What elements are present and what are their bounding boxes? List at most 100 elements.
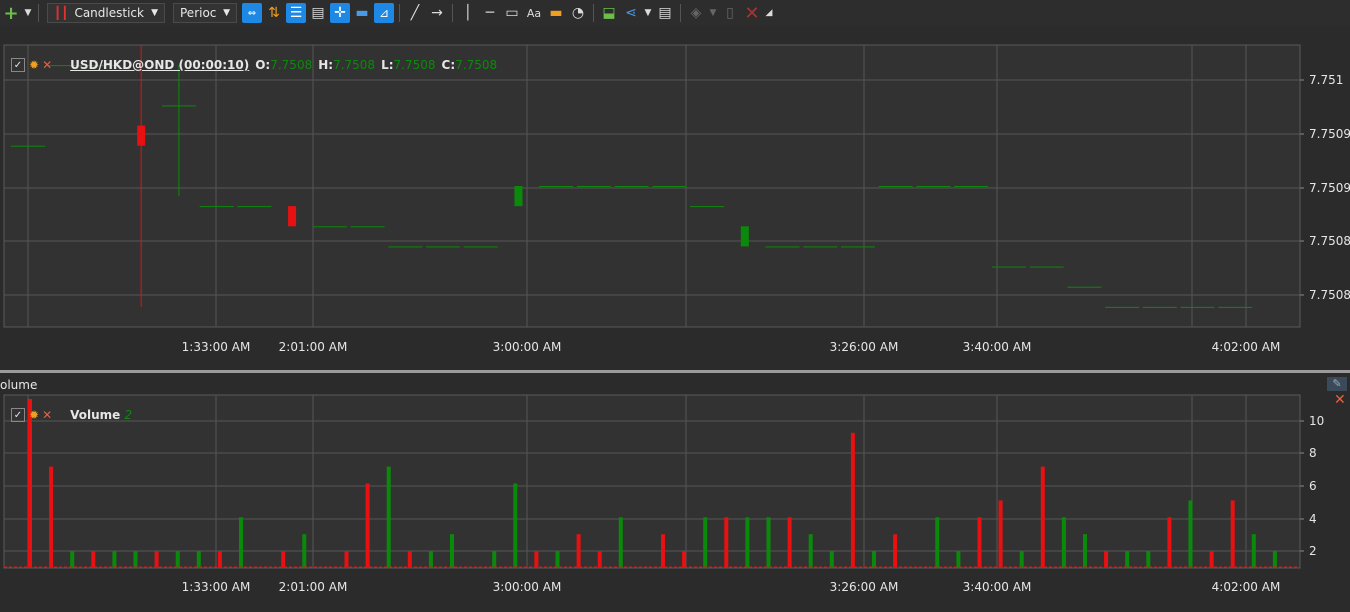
volume-bar xyxy=(893,534,898,568)
volume-bar xyxy=(977,517,982,568)
line-style-icon[interactable]: ⇔ xyxy=(242,3,262,23)
candle-body xyxy=(1029,266,1064,268)
price-legend: ✓ ✹ ✕ USD/HKD@OND (00:00:10) O: 7.7508 H… xyxy=(11,58,497,72)
volume-bar xyxy=(1146,551,1151,568)
file-icon[interactable]: ▯ xyxy=(720,3,740,23)
volume-bar xyxy=(1209,551,1214,568)
horizontal-line-icon[interactable]: ─ xyxy=(480,3,500,23)
checkbox-icon[interactable]: ✓ xyxy=(11,58,25,72)
period-dropdown[interactable]: Perioc ▼ xyxy=(173,3,237,23)
chart-area[interactable]: 7.751 7.7509 7.7509 7.7508 7.7508 10 8 6 4 2 1:3… xyxy=(0,26,1350,612)
volume-bar xyxy=(112,551,117,568)
document-icon[interactable]: ▤ xyxy=(308,3,328,23)
price-y-tick-label: 7.7509 xyxy=(1309,127,1350,141)
volume-bar xyxy=(872,551,876,568)
checkbox-icon[interactable]: ✓ xyxy=(11,408,25,422)
volume-bar xyxy=(1040,466,1045,568)
volume-legend: ✓ ✹ ✕ Volume 2 xyxy=(11,408,132,422)
volume-bar xyxy=(787,517,792,568)
candle-body xyxy=(576,186,611,187)
pane-splitter[interactable] xyxy=(0,370,1350,373)
highlighter-icon[interactable]: ▬ xyxy=(546,3,566,23)
resize-corner-icon[interactable]: ◢ xyxy=(764,3,774,23)
volume-bar xyxy=(28,399,32,568)
share-icon[interactable]: ⋖ xyxy=(621,3,641,23)
candle-body xyxy=(388,246,423,248)
line-tool-icon[interactable]: ╱ xyxy=(405,3,425,23)
candle-body xyxy=(426,246,460,248)
volume-bar xyxy=(534,551,539,568)
volume-bar xyxy=(196,551,201,568)
chevron-down-icon[interactable]: ▼ xyxy=(643,3,653,23)
pin-icon[interactable]: ✎ xyxy=(1327,377,1347,391)
volume-bar xyxy=(49,466,54,568)
candle-body xyxy=(463,246,498,248)
volume-bar xyxy=(703,517,708,568)
symbol-label[interactable]: USD/HKD@OND (00:00:10) xyxy=(70,58,249,72)
crosshair-icon[interactable]: ✛ xyxy=(330,3,350,23)
chevron-down-icon[interactable]: ▼ xyxy=(708,3,718,23)
rectangle-icon[interactable]: ▭ xyxy=(502,3,522,23)
volume-bar xyxy=(344,551,349,568)
list-icon[interactable]: ☰ xyxy=(286,3,306,23)
volume-bar xyxy=(724,517,729,568)
close-label: C: xyxy=(441,58,456,72)
volume-y-tick-label: 10 xyxy=(1309,414,1324,428)
candle-body xyxy=(539,186,574,187)
volume-bar xyxy=(935,517,940,568)
notes-icon[interactable]: ▤ xyxy=(655,3,675,23)
candle-body xyxy=(161,105,196,107)
sort-icon[interactable]: ⇅ xyxy=(264,3,284,23)
volume-bar xyxy=(513,483,518,568)
comment-icon[interactable]: ▬ xyxy=(352,3,372,23)
settings-gear-icon[interactable]: ✹ xyxy=(29,58,39,72)
volume-bar xyxy=(956,551,961,568)
remove-series-icon[interactable]: ✕ xyxy=(42,58,52,72)
candlestick-icon: ┃┃ xyxy=(54,6,69,20)
volume-bar xyxy=(576,534,581,568)
volume-bar xyxy=(386,466,391,568)
vertical-line-icon[interactable]: │ xyxy=(458,3,478,23)
volume-bar xyxy=(661,534,665,568)
arrow-tool-icon[interactable]: → xyxy=(427,3,447,23)
chevron-down-icon[interactable]: ▼ xyxy=(23,3,33,23)
volume-bar xyxy=(91,551,96,568)
volume-pane-header xyxy=(0,373,1350,393)
volume-x-tick-label: 3:00:00 AM xyxy=(493,580,562,594)
candle-body xyxy=(614,186,649,187)
open-label: O: xyxy=(255,58,271,72)
volume-bar xyxy=(450,534,454,568)
candle-body xyxy=(803,246,838,248)
remove-series-icon[interactable]: ✕ xyxy=(42,408,52,422)
volume-bar xyxy=(1019,551,1024,568)
add-icon[interactable]: + xyxy=(1,3,21,24)
ruler-icon[interactable]: ⊿ xyxy=(374,3,394,23)
volume-indicator-label[interactable]: Volume xyxy=(70,408,120,422)
volume-bar xyxy=(302,534,307,568)
volume-bar xyxy=(1061,517,1066,568)
volume-bar xyxy=(829,551,834,568)
text-icon[interactable]: Aa xyxy=(524,3,544,23)
volume-bar xyxy=(808,534,813,568)
volume-pane-title: olume xyxy=(0,378,38,392)
gauge-icon[interactable]: ◔ xyxy=(568,3,588,23)
chart-type-dropdown[interactable]: ┃┃ Candlestick ▼ xyxy=(47,3,165,23)
volume-bar xyxy=(555,551,560,568)
open-value: 7.7508 xyxy=(270,58,313,72)
price-y-tick-label: 7.7508 xyxy=(1309,234,1350,248)
chevron-down-icon: ▼ xyxy=(223,8,230,18)
volume-bar xyxy=(1167,517,1172,568)
candle-body xyxy=(288,206,297,227)
close-pane-icon[interactable]: ✕ xyxy=(1334,392,1346,408)
candle-body xyxy=(1105,306,1140,308)
candle-body xyxy=(1067,286,1102,288)
price-x-tick-label: 4:02:00 AM xyxy=(1212,340,1281,354)
eraser-icon[interactable]: ◈ xyxy=(686,3,706,23)
candle-body xyxy=(11,145,45,147)
volume-bar xyxy=(850,432,855,568)
close-icon[interactable]: ✕ xyxy=(742,3,762,24)
export-icon[interactable]: ⬓ xyxy=(599,3,619,23)
settings-gear-icon[interactable]: ✹ xyxy=(29,408,39,422)
chevron-down-icon: ▼ xyxy=(151,8,158,18)
toolbar-separator xyxy=(680,4,681,22)
